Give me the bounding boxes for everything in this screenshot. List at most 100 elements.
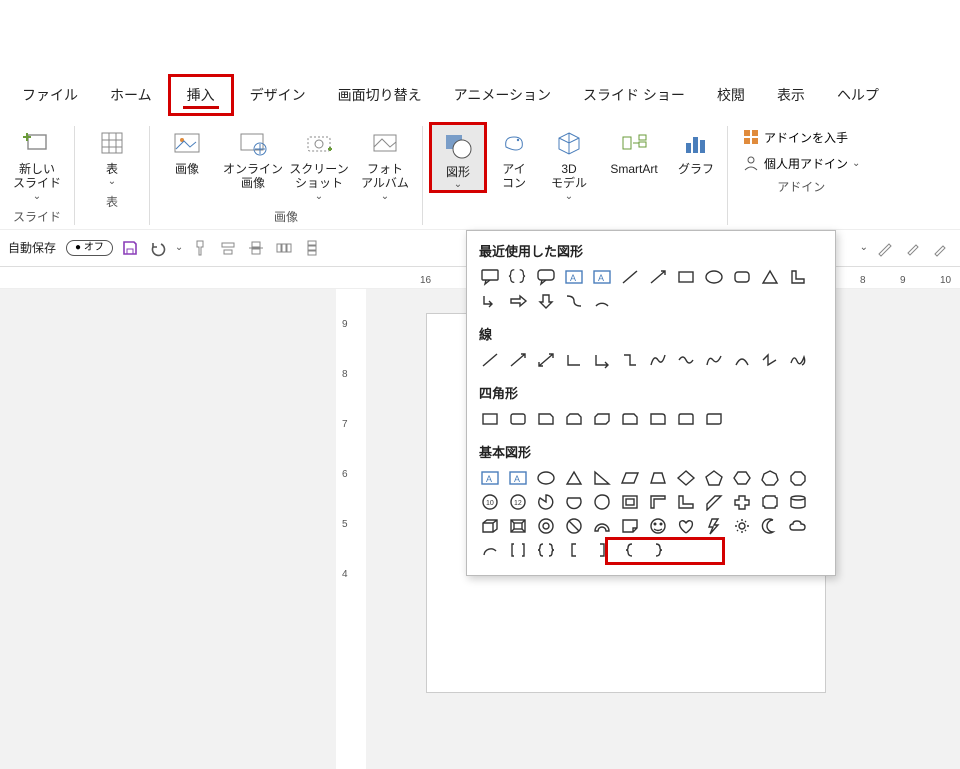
chevron-down-icon[interactable]: ⌄: [175, 242, 183, 253]
shape-heart[interactable]: [673, 515, 699, 537]
shape-snip2diag[interactable]: [589, 408, 615, 430]
shape-foldedcorner[interactable]: [617, 515, 643, 537]
shape-round2diag[interactable]: [701, 408, 727, 430]
shape-elbow-arrow[interactable]: [589, 349, 615, 371]
table-button[interactable]: 表 ⌄: [81, 122, 143, 187]
shape-hexagon[interactable]: [729, 467, 755, 489]
shape-text-v[interactable]: A: [505, 467, 531, 489]
shape-doublebrace[interactable]: [533, 539, 559, 561]
shape-diamond[interactable]: [673, 467, 699, 489]
shape-textbox[interactable]: A: [561, 266, 587, 288]
shape-oval[interactable]: [533, 467, 559, 489]
shape-leftbracket[interactable]: [561, 539, 587, 561]
distribute-h-icon[interactable]: [273, 237, 295, 259]
shape-arc[interactable]: [589, 290, 615, 312]
tab-transitions[interactable]: 画面切り替え: [322, 77, 438, 113]
shape-diagstripe[interactable]: [701, 491, 727, 513]
smartart-button[interactable]: SmartArt: [601, 122, 667, 176]
shape-teardrop[interactable]: [589, 491, 615, 513]
3d-models-button[interactable]: 3D モデル ⌄: [541, 122, 597, 202]
shape-lightning[interactable]: [701, 515, 727, 537]
shape-scribble2[interactable]: [785, 349, 811, 371]
shape-rightbrace[interactable]: [645, 539, 671, 561]
shape-lshape[interactable]: [673, 491, 699, 513]
shape-bevel[interactable]: [505, 515, 531, 537]
autosave-toggle[interactable]: ● オフ: [66, 240, 113, 256]
shape-decagon[interactable]: 10: [477, 491, 503, 513]
chart-button[interactable]: グラフ: [671, 122, 721, 176]
tab-file[interactable]: ファイル: [6, 77, 94, 113]
shape-scribble[interactable]: [757, 349, 783, 371]
format-painter-icon[interactable]: [189, 237, 211, 259]
online-pictures-button[interactable]: オンライン 画像: [222, 122, 284, 191]
shape-cloud[interactable]: [785, 515, 811, 537]
shape-roundrect[interactable]: [729, 266, 755, 288]
shape-sun[interactable]: [729, 515, 755, 537]
shape-elbow-double[interactable]: [617, 349, 643, 371]
shape-connector-curve[interactable]: [561, 290, 587, 312]
tab-design[interactable]: デザイン: [234, 77, 322, 113]
shape-smiley[interactable]: [645, 515, 671, 537]
shape-pie[interactable]: [533, 491, 559, 513]
shape-freeform[interactable]: [701, 349, 727, 371]
tab-home[interactable]: ホーム: [94, 77, 168, 113]
shape-elbow[interactable]: [561, 349, 587, 371]
shape-roundrect[interactable]: [505, 408, 531, 430]
shape-curve2[interactable]: [673, 349, 699, 371]
shape-line[interactable]: [617, 266, 643, 288]
shape-text-h[interactable]: A: [477, 467, 503, 489]
shape-rect[interactable]: [673, 266, 699, 288]
shape-leftbrace[interactable]: [617, 539, 643, 561]
shape-rect[interactable]: [477, 408, 503, 430]
shape-moon[interactable]: [757, 515, 783, 537]
shape-connector[interactable]: [729, 349, 755, 371]
shape-sniproundrect[interactable]: [617, 408, 643, 430]
shape-blockarc[interactable]: [589, 515, 615, 537]
shape-ellipse[interactable]: [701, 266, 727, 288]
shape-round1[interactable]: [645, 408, 671, 430]
tab-view[interactable]: 表示: [761, 77, 821, 113]
shape-rtriangle[interactable]: [589, 467, 615, 489]
shape-line-arrow[interactable]: [645, 266, 671, 288]
screenshot-button[interactable]: スクリーン ショット ⌄: [288, 122, 350, 202]
shape-textbox-v[interactable]: A: [589, 266, 615, 288]
shape-parallelogram[interactable]: [617, 467, 643, 489]
shape-snip1[interactable]: [533, 408, 559, 430]
distribute-v-icon[interactable]: [301, 237, 323, 259]
shape-heptagon[interactable]: [757, 467, 783, 489]
shape-plus[interactable]: [729, 491, 755, 513]
shape-octagon[interactable]: [785, 467, 811, 489]
shape-triangle[interactable]: [757, 266, 783, 288]
shape-brace[interactable]: [505, 266, 531, 288]
undo-icon[interactable]: [147, 237, 169, 259]
pictures-button[interactable]: 画像: [156, 122, 218, 176]
align-middle-icon[interactable]: [245, 237, 267, 259]
shape-halfframe[interactable]: [645, 491, 671, 513]
tab-review[interactable]: 校閲: [701, 77, 761, 113]
shape-double-arrow[interactable]: [533, 349, 559, 371]
shape-plaque[interactable]: [757, 491, 783, 513]
shape-rightbracket[interactable]: [589, 539, 615, 561]
shape-down-arrow[interactable]: [533, 290, 559, 312]
shape-curve[interactable]: [645, 349, 671, 371]
shape-bent-arrow[interactable]: [477, 290, 503, 312]
shape-triangle[interactable]: [561, 467, 587, 489]
shape-donut[interactable]: [533, 515, 559, 537]
shape-round2same[interactable]: [673, 408, 699, 430]
icons-button[interactable]: アイ コン: [491, 122, 537, 191]
shape-noSymbol[interactable]: [561, 515, 587, 537]
shape-trapezoid[interactable]: [645, 467, 671, 489]
tab-insert[interactable]: 挿入: [168, 74, 234, 116]
shape-dodecagon[interactable]: 12: [505, 491, 531, 513]
shape-l[interactable]: [785, 266, 811, 288]
shape-doublebracket[interactable]: [505, 539, 531, 561]
tab-animation[interactable]: アニメーション: [438, 77, 567, 113]
shape-line[interactable]: [477, 349, 503, 371]
chevron-down-icon[interactable]: ⌄: [860, 242, 868, 253]
shape-arc2[interactable]: [477, 539, 503, 561]
shape-chord[interactable]: [561, 491, 587, 513]
my-addins-button[interactable]: 個人用アドイン ⌄: [742, 154, 860, 172]
align-icon[interactable]: [217, 237, 239, 259]
new-slide-button[interactable]: 新しい スライド ⌄: [6, 122, 68, 202]
shape-roundrect-callout[interactable]: [533, 266, 559, 288]
